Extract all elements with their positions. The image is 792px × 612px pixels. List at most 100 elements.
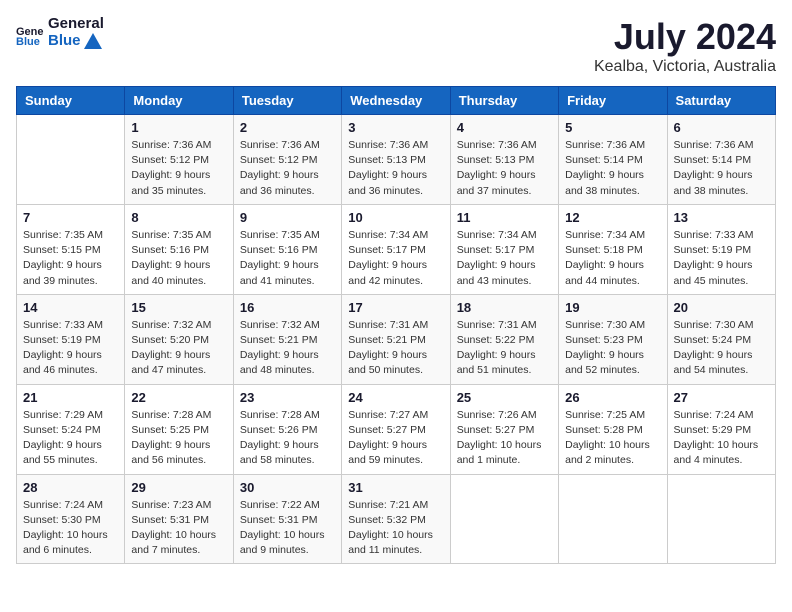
day-number: 11 — [457, 210, 552, 225]
day-info-line: Daylight: 9 hours — [348, 168, 443, 183]
day-info-line: Sunrise: 7:35 AM — [131, 228, 226, 243]
day-info-line: and 52 minutes. — [565, 363, 660, 378]
day-info-line: and 44 minutes. — [565, 274, 660, 289]
day-number: 18 — [457, 300, 552, 315]
day-number: 29 — [131, 480, 226, 495]
day-number: 2 — [240, 120, 335, 135]
day-number: 20 — [674, 300, 769, 315]
day-number: 13 — [674, 210, 769, 225]
header-day-tuesday: Tuesday — [233, 87, 341, 115]
calendar-cell: 30Sunrise: 7:22 AMSunset: 5:31 PMDayligh… — [233, 474, 341, 564]
day-info-line: Daylight: 10 hours — [23, 528, 118, 543]
day-info-line: Sunset: 5:24 PM — [23, 423, 118, 438]
day-info-line: Sunrise: 7:34 AM — [348, 228, 443, 243]
day-info-line: Sunset: 5:14 PM — [674, 153, 769, 168]
calendar-cell: 26Sunrise: 7:25 AMSunset: 5:28 PMDayligh… — [559, 384, 667, 474]
day-info-line: Sunset: 5:17 PM — [348, 243, 443, 258]
day-number: 30 — [240, 480, 335, 495]
calendar-cell: 13Sunrise: 7:33 AMSunset: 5:19 PMDayligh… — [667, 204, 775, 294]
calendar-cell: 18Sunrise: 7:31 AMSunset: 5:22 PMDayligh… — [450, 294, 558, 384]
day-info-line: Sunset: 5:17 PM — [457, 243, 552, 258]
calendar-cell: 16Sunrise: 7:32 AMSunset: 5:21 PMDayligh… — [233, 294, 341, 384]
day-info-line: and 46 minutes. — [23, 363, 118, 378]
logo-blue-text: Blue — [48, 33, 81, 50]
day-info-line: Sunset: 5:13 PM — [457, 153, 552, 168]
day-info-line: Sunrise: 7:21 AM — [348, 498, 443, 513]
day-number: 19 — [565, 300, 660, 315]
day-info-line: and 48 minutes. — [240, 363, 335, 378]
day-info-line: and 55 minutes. — [23, 453, 118, 468]
calendar-cell: 17Sunrise: 7:31 AMSunset: 5:21 PMDayligh… — [342, 294, 450, 384]
day-info-line: and 7 minutes. — [131, 543, 226, 558]
day-number: 17 — [348, 300, 443, 315]
svg-text:Blue: Blue — [16, 36, 40, 45]
day-info-line: Daylight: 9 hours — [348, 348, 443, 363]
day-info-line: Sunset: 5:24 PM — [674, 333, 769, 348]
calendar-cell: 11Sunrise: 7:34 AMSunset: 5:17 PMDayligh… — [450, 204, 558, 294]
calendar-cell: 5Sunrise: 7:36 AMSunset: 5:14 PMDaylight… — [559, 115, 667, 205]
day-info-line: Sunrise: 7:35 AM — [23, 228, 118, 243]
calendar-cell — [450, 474, 558, 564]
day-number: 23 — [240, 390, 335, 405]
day-info-line: Daylight: 9 hours — [348, 438, 443, 453]
day-number: 15 — [131, 300, 226, 315]
day-info-line: Sunrise: 7:30 AM — [565, 318, 660, 333]
day-info-line: and 1 minute. — [457, 453, 552, 468]
calendar-cell — [17, 115, 125, 205]
calendar-table: SundayMondayTuesdayWednesdayThursdayFrid… — [16, 86, 776, 564]
day-info-line: and 41 minutes. — [240, 274, 335, 289]
day-info-line: and 45 minutes. — [674, 274, 769, 289]
calendar-cell: 19Sunrise: 7:30 AMSunset: 5:23 PMDayligh… — [559, 294, 667, 384]
calendar-cell: 12Sunrise: 7:34 AMSunset: 5:18 PMDayligh… — [559, 204, 667, 294]
calendar-header: SundayMondayTuesdayWednesdayThursdayFrid… — [17, 87, 776, 115]
day-number: 8 — [131, 210, 226, 225]
day-info-line: Daylight: 10 hours — [565, 438, 660, 453]
calendar-cell: 3Sunrise: 7:36 AMSunset: 5:13 PMDaylight… — [342, 115, 450, 205]
day-info-line: Sunrise: 7:28 AM — [131, 408, 226, 423]
day-info-line: Daylight: 9 hours — [23, 258, 118, 273]
day-info-line: Sunset: 5:13 PM — [348, 153, 443, 168]
calendar-cell: 31Sunrise: 7:21 AMSunset: 5:32 PMDayligh… — [342, 474, 450, 564]
day-info-line: Sunrise: 7:36 AM — [240, 138, 335, 153]
day-info-line: Sunrise: 7:36 AM — [457, 138, 552, 153]
day-number: 9 — [240, 210, 335, 225]
day-number: 22 — [131, 390, 226, 405]
calendar-week-1: 1Sunrise: 7:36 AMSunset: 5:12 PMDaylight… — [17, 115, 776, 205]
page-header: General Blue General Blue July 2024 Keal… — [16, 16, 776, 76]
day-info-line: and 35 minutes. — [131, 184, 226, 199]
day-info-line: Daylight: 9 hours — [240, 438, 335, 453]
day-number: 25 — [457, 390, 552, 405]
day-number: 26 — [565, 390, 660, 405]
day-info-line: Sunset: 5:29 PM — [674, 423, 769, 438]
calendar-week-5: 28Sunrise: 7:24 AMSunset: 5:30 PMDayligh… — [17, 474, 776, 564]
day-info-line: Sunrise: 7:24 AM — [23, 498, 118, 513]
day-number: 31 — [348, 480, 443, 495]
day-info-line: Sunrise: 7:23 AM — [131, 498, 226, 513]
day-number: 3 — [348, 120, 443, 135]
day-info-line: and 56 minutes. — [131, 453, 226, 468]
calendar-cell: 2Sunrise: 7:36 AMSunset: 5:12 PMDaylight… — [233, 115, 341, 205]
day-info-line: Sunrise: 7:30 AM — [674, 318, 769, 333]
logo-general-text: General — [48, 16, 104, 33]
day-info-line: Daylight: 10 hours — [457, 438, 552, 453]
day-info-line: Daylight: 9 hours — [240, 168, 335, 183]
day-number: 12 — [565, 210, 660, 225]
day-info-line: Daylight: 10 hours — [348, 528, 443, 543]
day-number: 1 — [131, 120, 226, 135]
day-info-line: Daylight: 9 hours — [674, 258, 769, 273]
day-info-line: Sunrise: 7:31 AM — [457, 318, 552, 333]
day-info-line: Sunrise: 7:32 AM — [131, 318, 226, 333]
day-info-line: and 2 minutes. — [565, 453, 660, 468]
day-number: 24 — [348, 390, 443, 405]
day-info-line: Sunrise: 7:31 AM — [348, 318, 443, 333]
day-info-line: and 40 minutes. — [131, 274, 226, 289]
header-day-wednesday: Wednesday — [342, 87, 450, 115]
day-info-line: and 47 minutes. — [131, 363, 226, 378]
day-info-line: and 51 minutes. — [457, 363, 552, 378]
day-info-line: Sunrise: 7:34 AM — [457, 228, 552, 243]
calendar-cell: 20Sunrise: 7:30 AMSunset: 5:24 PMDayligh… — [667, 294, 775, 384]
header-day-sunday: Sunday — [17, 87, 125, 115]
day-info-line: Sunrise: 7:27 AM — [348, 408, 443, 423]
day-info-line: Sunrise: 7:32 AM — [240, 318, 335, 333]
day-info-line: Sunset: 5:30 PM — [23, 513, 118, 528]
